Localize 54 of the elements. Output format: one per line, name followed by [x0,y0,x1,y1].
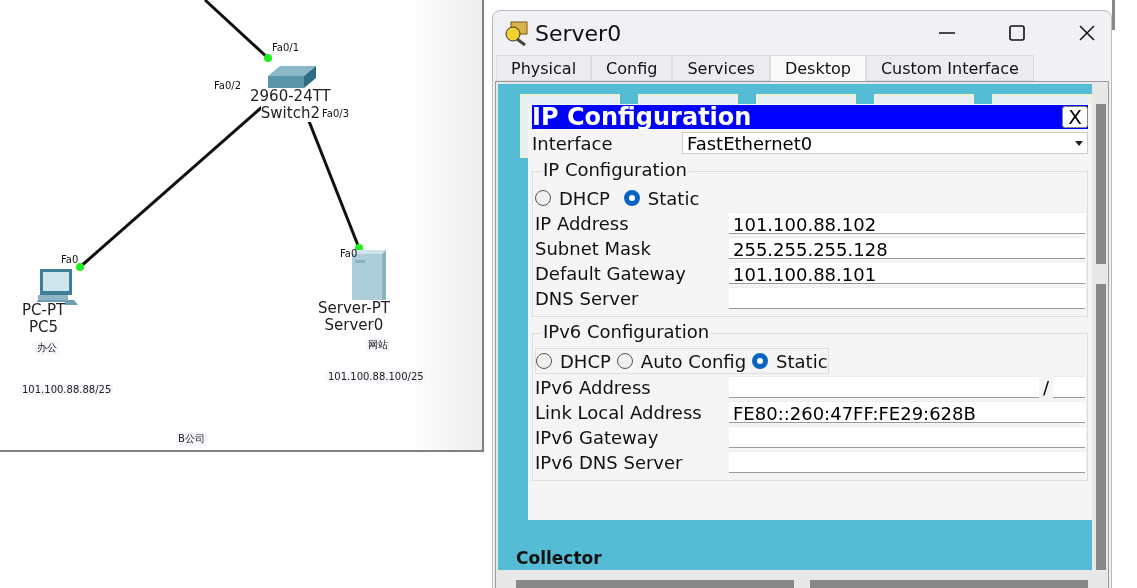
field-label: DNS Server [535,287,640,309]
field-label: Default Gateway [535,262,687,284]
tab[interactable]: Config [591,55,673,81]
field-label: IPv6 Address [535,376,652,398]
field-label: IPv6 Gateway [535,426,660,448]
tab[interactable]: Services [672,55,770,81]
switch-icon[interactable] [266,64,318,90]
dialog-title: IP Configuration [532,105,752,129]
input-field[interactable]: FE80::260:47FF:FE29:628B [729,401,1085,423]
note-label: 101.100.88.100/25 [326,371,426,382]
port-label: Fa0 [61,254,79,265]
note-label: 101.100.88.88/25 [20,384,114,395]
radio-option[interactable]: Static [623,187,700,209]
input-field[interactable] [729,287,1085,309]
group-title: IP Configuration [541,159,689,180]
window-title: Server0 [535,20,622,46]
desktop-app-label: Collector [516,548,602,568]
field-label: Subnet Mask [535,237,652,259]
tab[interactable]: Custom Interface [865,55,1034,81]
tab[interactable]: Desktop [769,55,866,81]
note-label: 网站 [366,338,390,352]
radio-option[interactable]: DHCP [536,350,611,372]
device-model: 2960-24TT [250,88,331,105]
note-label: B公司 [176,432,207,446]
port-label: Fa0/3 [322,108,350,119]
close-button[interactable]: X [1062,106,1088,128]
input-field[interactable] [729,451,1085,473]
tab[interactable]: Physical [496,55,592,81]
field-label: IPv6 DNS Server [535,451,684,473]
maximize-icon[interactable] [1007,23,1027,43]
caret-icon [1075,140,1083,146]
close-icon[interactable] [1077,23,1097,43]
port-label: Fa0/1 [272,42,300,53]
port-label: Fa0 [340,248,358,259]
port-label: Fa0/2 [214,80,242,91]
prefix-field[interactable] [1053,376,1085,398]
input-field[interactable]: 255.255.255.128 [729,237,1085,259]
field-label: IP Address [535,212,630,234]
link-cable [204,0,272,62]
radio-option[interactable]: Auto Config [616,350,747,372]
prefix-separator: / [1042,376,1049,398]
group-title: IPv6 Configuration [541,321,712,342]
input-field[interactable] [729,376,1039,398]
input-field[interactable]: 101.100.88.102 [729,212,1085,234]
radio-option[interactable]: DHCP [535,187,610,209]
radio-option[interactable]: Static [752,350,828,372]
interface-dropdown[interactable]: FastEthernet0 [682,132,1088,154]
field-label: Interface [532,132,614,154]
input-field[interactable] [729,426,1085,448]
device-name: Switch2 [260,105,320,122]
note-label: 办公 [35,341,59,355]
input-field[interactable]: 101.100.88.101 [729,262,1085,284]
server-app-icon [503,20,531,46]
field-label: Link Local Address [535,401,703,423]
